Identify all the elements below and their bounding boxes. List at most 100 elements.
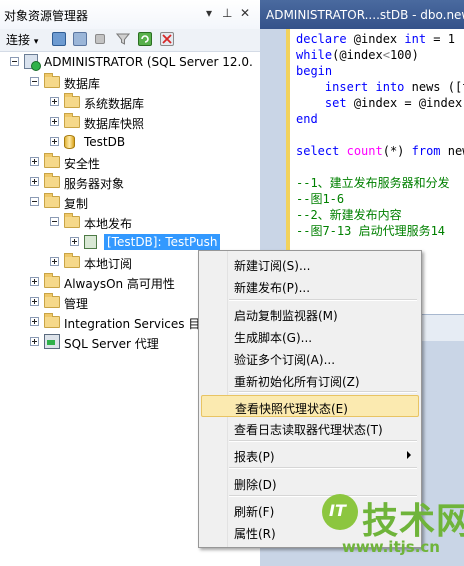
menu-item-label: 查看快照代理状态(E) — [235, 402, 348, 416]
folder-icon — [44, 193, 60, 208]
menu-separator — [229, 467, 417, 469]
expand-icon[interactable] — [50, 117, 59, 126]
menu-separator — [229, 299, 417, 301]
dropdown-icon[interactable]: ▾ — [206, 6, 212, 20]
expand-icon[interactable] — [30, 337, 39, 346]
query-editor-tab-title: ADMINISTRATOR....stDB - dbo.news — [266, 8, 464, 22]
folder-icon — [44, 273, 60, 288]
tree-node[interactable]: 数据库快照 — [0, 112, 260, 132]
stop-icon[interactable] — [95, 34, 105, 44]
menu-separator — [229, 440, 417, 442]
watermark-name: 技术网 — [362, 501, 464, 542]
code-line-8: select count(*) from news — [296, 144, 464, 158]
folder-icon — [44, 293, 60, 308]
menu-item[interactable]: 重新初始化所有订阅(Z) — [201, 369, 419, 391]
tree-node-label: 复制 — [64, 197, 89, 211]
folder-icon — [44, 153, 60, 168]
menu-separator — [229, 391, 417, 393]
folder-icon — [44, 173, 60, 188]
code-line-5: set @index = @index — [324, 96, 463, 110]
menu-item-label: 报表(P) — [234, 450, 275, 464]
server-icon — [24, 54, 41, 71]
code-line-1: declare @index int = 1 — [296, 32, 455, 46]
tree-node-label: 本地订阅 — [84, 257, 133, 271]
code-line-10: --1、建立发布服务器和分发 — [296, 176, 450, 190]
refresh-icon[interactable] — [138, 32, 152, 46]
menu-item[interactable]: 报表(P) — [201, 444, 419, 466]
menu-item[interactable]: 查看快照代理状态(E) — [201, 395, 419, 417]
tree-node[interactable]: 系统数据库 — [0, 92, 260, 112]
activity-monitor-icon[interactable] — [160, 32, 174, 46]
code-line-3: begin — [296, 64, 333, 78]
folder-icon — [44, 73, 60, 88]
tree-node-label: 安全性 — [64, 157, 101, 171]
menu-item[interactable]: 验证多个订阅(A)... — [201, 347, 419, 369]
expand-icon[interactable] — [30, 177, 39, 186]
agent-icon — [44, 334, 60, 349]
object-explorer-title: 对象资源管理器 — [4, 9, 89, 23]
connect-button[interactable]: 连接 ▾ — [6, 31, 38, 47]
code-line-11: --图1-6 — [296, 192, 345, 206]
menu-item-label: 重新初始化所有订阅(Z) — [234, 375, 360, 389]
collapse-icon[interactable] — [30, 77, 39, 86]
expand-icon[interactable] — [50, 137, 59, 146]
close-icon[interactable]: ✕ — [240, 6, 250, 20]
tree-node[interactable]: 复制 — [0, 192, 260, 212]
code-line-2: while(@index<100) — [296, 48, 419, 62]
expand-icon[interactable] — [30, 297, 39, 306]
database-icon — [64, 135, 75, 149]
pin-icon[interactable]: ⊥ — [222, 6, 232, 20]
tree-node[interactable]: 本地发布 — [0, 212, 260, 232]
menu-item[interactable]: 新建订阅(S)... — [201, 253, 419, 275]
tree-node[interactable]: 服务器对象 — [0, 172, 260, 192]
tree-node-label: SQL Server 代理 — [64, 337, 159, 351]
menu-item[interactable]: 新建发布(P)... — [201, 275, 419, 297]
tree-node[interactable]: ADMINISTRATOR (SQL Server 12.0. — [0, 52, 260, 72]
tree-node-label: TestDB — [84, 135, 126, 149]
tree-node-label: 管理 — [64, 297, 89, 311]
menu-item-label: 删除(D) — [234, 478, 277, 492]
folder-icon — [64, 253, 80, 268]
code-line-4: insert into news ([t — [324, 80, 464, 94]
folder-icon — [44, 313, 60, 328]
collapse-icon[interactable] — [50, 217, 59, 226]
connect-label: 连接 — [6, 33, 31, 47]
menu-item[interactable]: 生成脚本(G)... — [201, 325, 419, 347]
menu-item-label: 查看日志读取器代理状态(T) — [234, 423, 383, 437]
expand-icon[interactable] — [30, 317, 39, 326]
expand-icon[interactable] — [50, 257, 59, 266]
menu-item-label: 新建发布(P)... — [234, 281, 311, 295]
collapse-icon[interactable] — [30, 197, 39, 206]
menu-item-label: 验证多个订阅(A)... — [234, 353, 336, 367]
object-explorer-title-bar: 对象资源管理器 ▾ ⊥ ✕ — [0, 0, 260, 29]
tree-node[interactable]: TestDB — [0, 132, 260, 152]
tree-node[interactable]: [TestDB]: TestPush — [0, 232, 260, 252]
tree-node-label: 系统数据库 — [84, 97, 145, 111]
watermark-logo-text: IT — [329, 501, 346, 520]
expand-icon[interactable] — [30, 157, 39, 166]
chevron-down-icon: ▾ — [33, 37, 39, 47]
menu-item[interactable]: 查看日志读取器代理状态(T) — [201, 417, 419, 439]
menu-item[interactable]: 启动复制监视器(M) — [201, 303, 419, 325]
code-line-12: --2、新建发布内容 — [296, 208, 402, 222]
collapse-icon[interactable] — [10, 57, 19, 66]
menu-item-label: 生成脚本(G)... — [234, 331, 313, 345]
tree-node-label: 服务器对象 — [64, 177, 125, 191]
menu-item-label: 启动复制监视器(M) — [234, 309, 338, 323]
tree-node-label: [TestDB]: TestPush — [104, 234, 221, 250]
watermark-logo: IT — [322, 494, 358, 530]
code-line-13: --图7-13 启动代理服务14 — [296, 224, 446, 238]
tree-node[interactable]: 数据库 — [0, 72, 260, 92]
menu-item[interactable]: 删除(D) — [201, 472, 419, 494]
expand-icon[interactable] — [70, 237, 79, 246]
expand-icon[interactable] — [30, 277, 39, 286]
code-line-6: end — [296, 112, 318, 126]
expand-icon[interactable] — [50, 97, 59, 106]
tree-node-label: AlwaysOn 高可用性 — [64, 277, 175, 291]
query-editor-tab[interactable]: ADMINISTRATOR....stDB - dbo.news — [260, 0, 464, 29]
disconnect-icon[interactable] — [73, 32, 87, 46]
tree-node-label: ADMINISTRATOR (SQL Server 12.0. — [44, 55, 253, 69]
connect-object-explorer-icon[interactable] — [52, 32, 66, 46]
filter-icon[interactable] — [115, 32, 131, 46]
tree-node[interactable]: 安全性 — [0, 152, 260, 172]
